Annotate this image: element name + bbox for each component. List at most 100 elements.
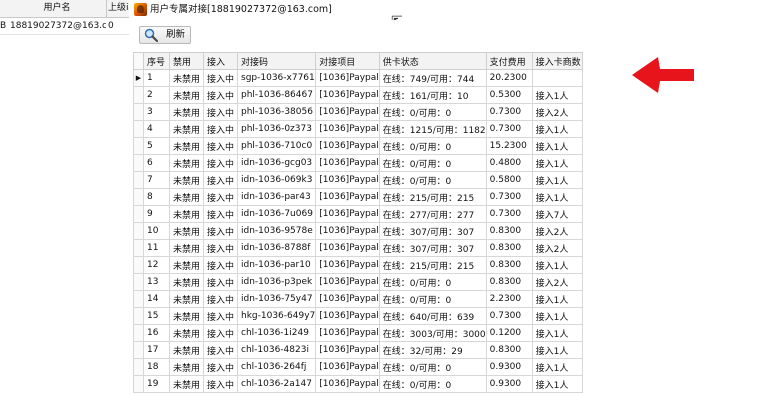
cell-disabled[interactable]: 未禁用	[169, 171, 204, 189]
cell-project[interactable]: [1036]Paypal	[315, 273, 380, 291]
cell-project[interactable]: [1036]Paypal	[315, 103, 380, 121]
cell-project[interactable]: [1036]Paypal	[315, 222, 380, 240]
cell-vendor-count[interactable]: 接入1人	[531, 375, 583, 393]
table-row[interactable]: 2 未禁用 接入中 phl-1036-86467 [1036]Paypal 在线：161/…	[133, 86, 583, 104]
cell-code[interactable]: idn-1036-par43	[236, 188, 317, 206]
cell-code[interactable]: idn-1036-069k3	[236, 171, 317, 189]
table-row[interactable]: 14 未禁用 接入中 idn-1036-75y47 [1036]Paypal 在线：0/可…	[133, 290, 583, 308]
table-row[interactable]: 17 未禁用 接入中 chl-1036-4823i [1036]Paypal 在线：32/…	[133, 341, 583, 359]
cell-index[interactable]: 14	[143, 290, 170, 308]
cell-vendor-count[interactable]: 接入1人	[531, 137, 583, 155]
row-indicator[interactable]	[133, 358, 144, 376]
cell-supply-status[interactable]: 在线：277/可用：277	[378, 205, 487, 223]
cell-project[interactable]: [1036]Paypal	[315, 341, 380, 359]
cell-access[interactable]: 接入中	[203, 256, 238, 274]
cell-access[interactable]: 接入中	[203, 375, 238, 393]
cell-access[interactable]: 接入中	[203, 307, 238, 325]
cell-code[interactable]: idn-1036-8788f	[236, 239, 317, 257]
row-indicator[interactable]	[133, 103, 144, 121]
cell-disabled[interactable]: 未禁用	[169, 375, 204, 393]
cell-access[interactable]: 接入中	[203, 290, 238, 308]
cell-supply-status[interactable]: 在线：0/可用：0	[378, 273, 487, 291]
cell-vendor-count[interactable]: 接入1人	[531, 358, 583, 376]
cell-code[interactable]: chl-1036-264fj	[236, 358, 317, 376]
cell-supply-status[interactable]: 在线：0/可用：0	[378, 154, 487, 172]
cell-vendor-count[interactable]: 接入2人	[531, 222, 583, 240]
cell-disabled[interactable]: 未禁用	[169, 188, 204, 206]
table-row[interactable]: 12 未禁用 接入中 idn-1036-par10 [1036]Paypal 在线：215…	[133, 256, 583, 274]
cell-index[interactable]: 13	[143, 273, 170, 291]
cell-vendor-count[interactable]: 接入1人	[531, 188, 583, 206]
cell-index[interactable]: 4	[143, 120, 170, 138]
cell-disabled[interactable]: 未禁用	[169, 239, 204, 257]
column-header-access[interactable]: 接入	[203, 52, 238, 70]
cell-project[interactable]: [1036]Paypal	[315, 137, 380, 155]
row-indicator[interactable]	[133, 290, 144, 308]
cell-access[interactable]: 接入中	[203, 137, 238, 155]
user-row[interactable]: B 18819027372@163.com 0	[0, 18, 129, 35]
cell-code[interactable]: phl-1036-710c0	[236, 137, 317, 155]
cell-project[interactable]: [1036]Paypal	[315, 307, 380, 325]
cell-supply-status[interactable]: 在线：0/可用：0	[378, 358, 487, 376]
column-header-supply-status[interactable]: 供卡状态	[378, 52, 487, 70]
cell-fee[interactable]: 0.4800	[485, 154, 533, 172]
cell-disabled[interactable]: 未禁用	[169, 273, 204, 291]
row-indicator[interactable]	[133, 222, 144, 240]
cell-project[interactable]: [1036]Paypal	[315, 154, 380, 172]
user-cell-username[interactable]: 18819027372@163.com	[10, 18, 106, 34]
table-row[interactable]: 5 未禁用 接入中 phl-1036-710c0 [1036]Paypal 在线：0/可用…	[133, 137, 583, 155]
cell-vendor-count[interactable]: 接入1人	[531, 341, 583, 359]
cell-index[interactable]: 2	[143, 86, 170, 104]
cell-fee[interactable]: 0.5300	[485, 86, 533, 104]
cell-project[interactable]: [1036]Paypal	[315, 120, 380, 138]
user-cell-parent[interactable]: 0	[108, 18, 128, 34]
cell-supply-status[interactable]: 在线：0/可用：0	[378, 103, 487, 121]
cell-fee[interactable]: 0.7300	[485, 103, 533, 121]
cell-supply-status[interactable]: 在线：0/可用：0	[378, 171, 487, 189]
cell-vendor-count[interactable]: 接入2人	[531, 103, 583, 121]
cell-project[interactable]: [1036]Paypal	[315, 171, 380, 189]
cell-fee[interactable]: 0.8300	[485, 273, 533, 291]
cell-supply-status[interactable]: 在线：3003/可用：3000	[378, 324, 487, 342]
cell-fee[interactable]: 0.7300	[485, 307, 533, 325]
row-indicator[interactable]	[133, 171, 144, 189]
cell-access[interactable]: 接入中	[203, 358, 238, 376]
cell-project[interactable]: [1036]Paypal	[315, 188, 380, 206]
cell-vendor-count[interactable]: 接入1人	[531, 171, 583, 189]
cell-fee[interactable]: 2.2300	[485, 290, 533, 308]
column-header-code[interactable]: 对接码	[236, 52, 317, 70]
cell-index[interactable]: 11	[143, 239, 170, 257]
table-row[interactable]: 10 未禁用 接入中 idn-1036-9578e [1036]Paypal 在线：307…	[133, 222, 583, 240]
column-header-parent[interactable]: 上级i	[106, 0, 129, 17]
cell-index[interactable]: 12	[143, 256, 170, 274]
column-header-username[interactable]: 用户名	[8, 0, 107, 17]
cell-disabled[interactable]: 未禁用	[169, 358, 204, 376]
cell-code[interactable]: idn-1036-75y47	[236, 290, 317, 308]
row-indicator[interactable]	[133, 324, 144, 342]
cell-disabled[interactable]: 未禁用	[169, 120, 204, 138]
cell-supply-status[interactable]: 在线：32/可用：29	[378, 341, 487, 359]
cell-supply-status[interactable]: 在线：307/可用：307	[378, 239, 487, 257]
cell-fee[interactable]: 0.9300	[485, 358, 533, 376]
cell-index[interactable]: 7	[143, 171, 170, 189]
cell-index[interactable]: 1	[143, 69, 170, 87]
cell-code[interactable]: chl-1036-1i249	[236, 324, 317, 342]
cell-disabled[interactable]: 未禁用	[169, 341, 204, 359]
table-row[interactable]: 16 未禁用 接入中 chl-1036-1i249 [1036]Paypal 在线：300…	[133, 324, 583, 342]
cell-supply-status[interactable]: 在线：215/可用：215	[378, 256, 487, 274]
cell-disabled[interactable]: 未禁用	[169, 86, 204, 104]
cell-index[interactable]: 6	[143, 154, 170, 172]
column-header-index[interactable]: 序号	[143, 52, 170, 70]
cell-disabled[interactable]: 未禁用	[169, 256, 204, 274]
cell-access[interactable]: 接入中	[203, 205, 238, 223]
cell-vendor-count[interactable]: 接入2人	[531, 239, 583, 257]
cell-supply-status[interactable]: 在线：749/可用：744	[378, 69, 487, 87]
window-titlebar[interactable]: 用户专属对接[18819027372@163.com]	[129, 0, 768, 20]
cell-project[interactable]: [1036]Paypal	[315, 290, 380, 308]
cell-disabled[interactable]: 未禁用	[169, 324, 204, 342]
table-row[interactable]: 11 未禁用 接入中 idn-1036-8788f [1036]Paypal 在线：307…	[133, 239, 583, 257]
cell-code[interactable]: chl-1036-4823i	[236, 341, 317, 359]
cell-code[interactable]: sgp-1036-x7761	[236, 69, 317, 87]
cell-fee[interactable]: 15.2300	[485, 137, 533, 155]
cell-index[interactable]: 8	[143, 188, 170, 206]
